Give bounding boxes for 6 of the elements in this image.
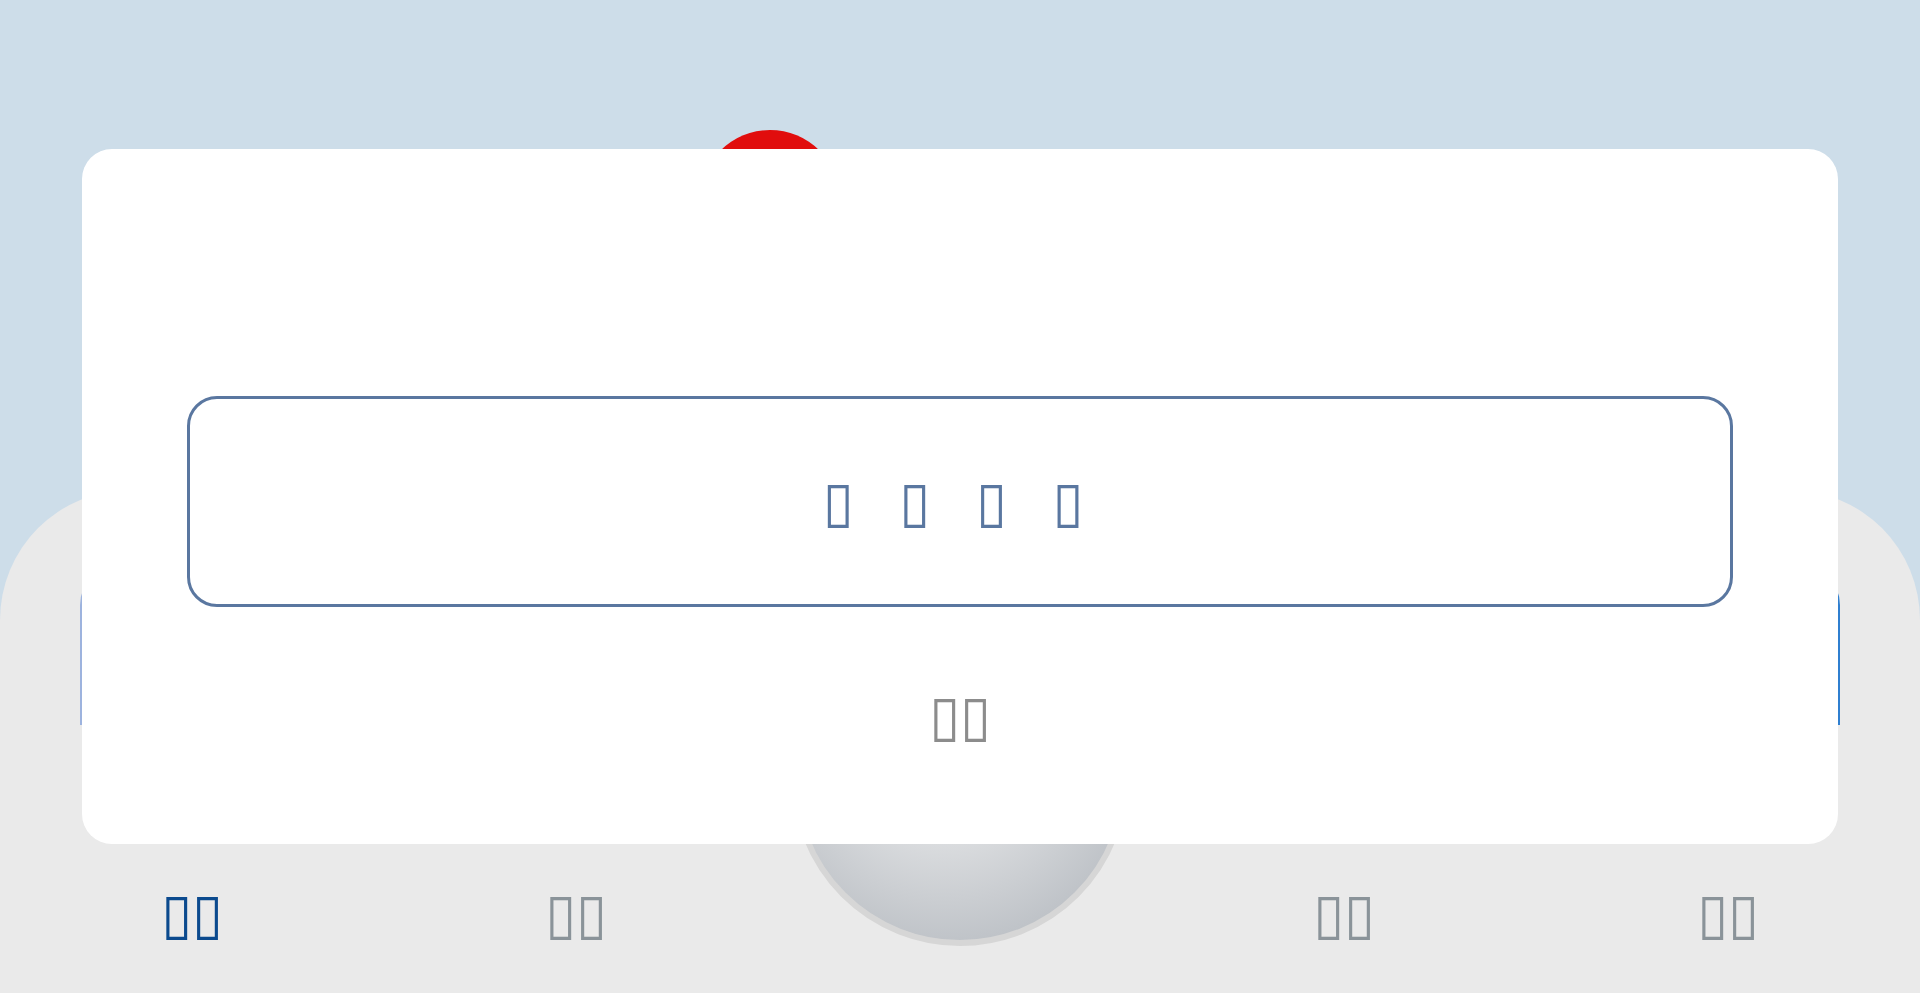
primary-button[interactable]: ▯ ▯ ▯ ▯ [187,396,1733,607]
tab[interactable]: ▯▯ [1697,881,1759,946]
cancel-button[interactable]: ▯▯ [929,683,991,748]
tab[interactable]: ▯▯ [545,881,607,946]
tab[interactable]: ▯▯ [1313,881,1375,946]
tab[interactable]: ▯▯ [161,881,223,946]
